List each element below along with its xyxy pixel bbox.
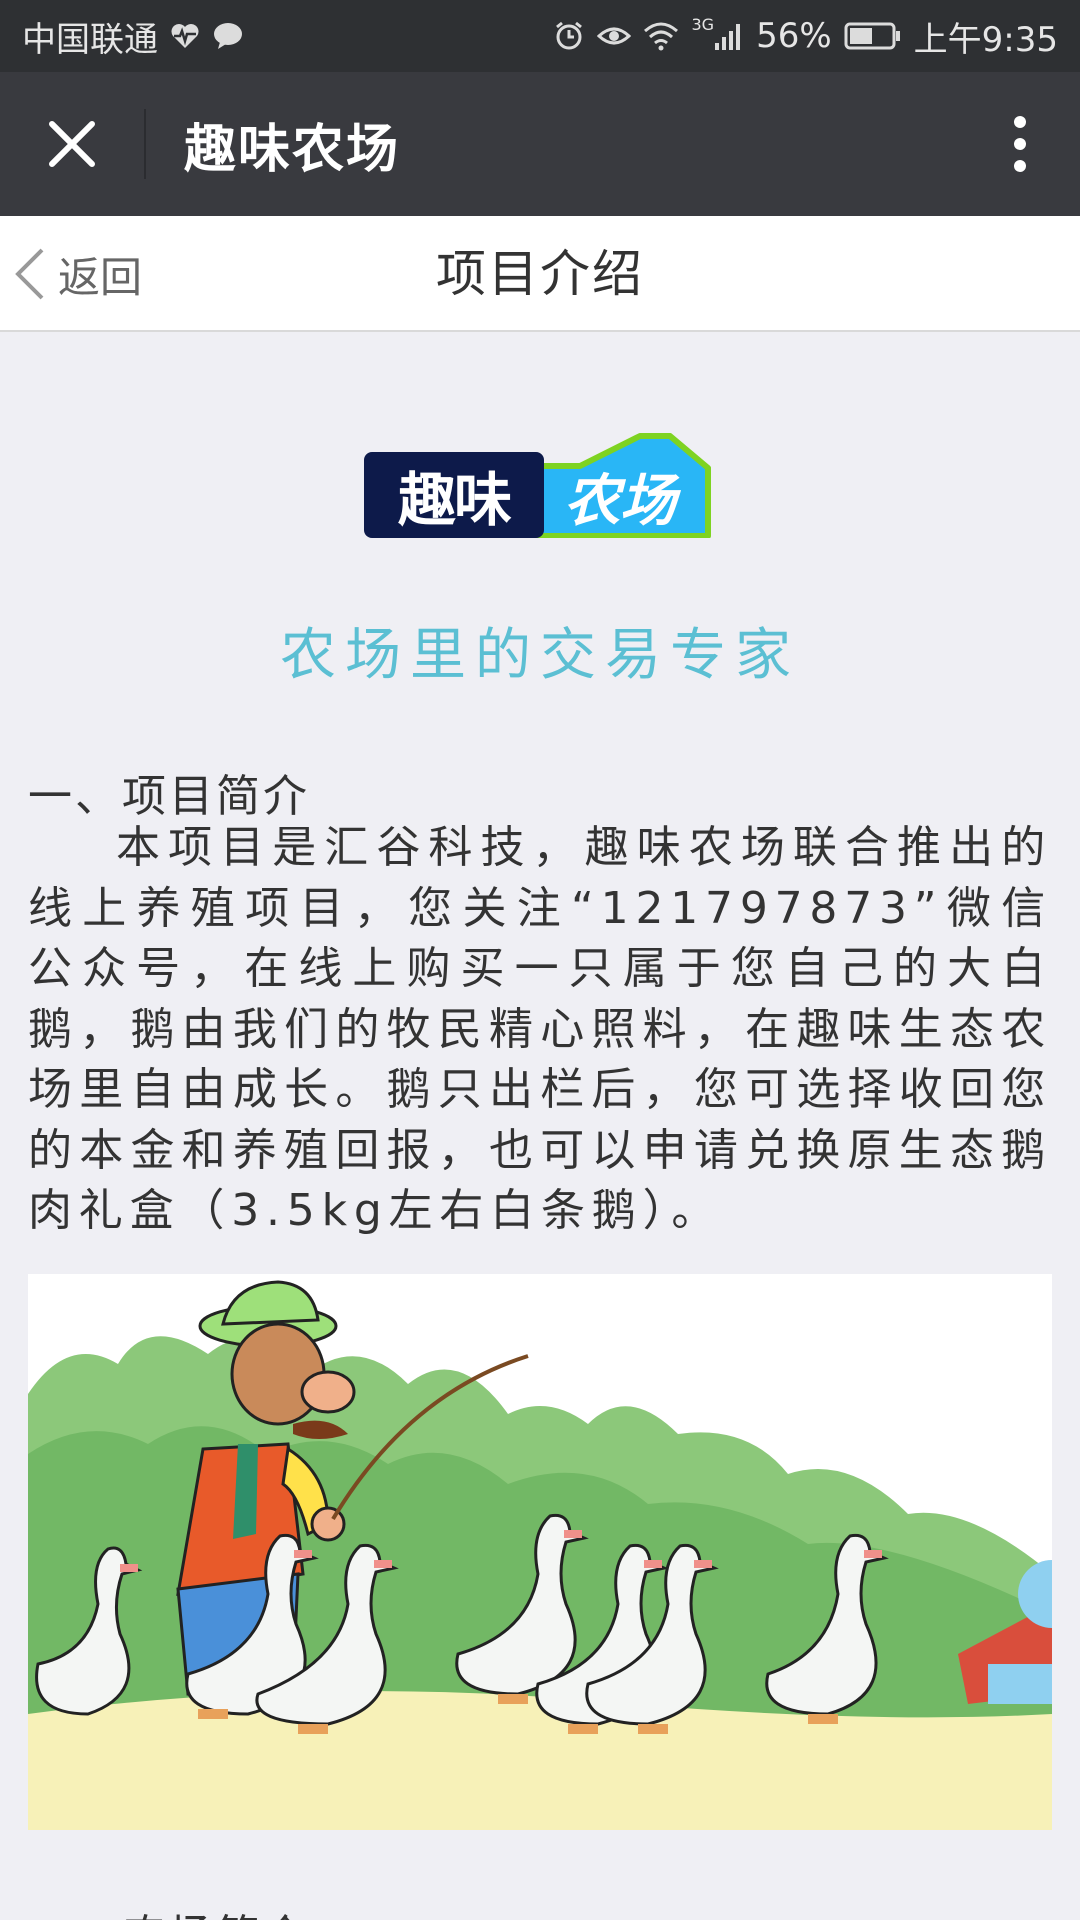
project-intro-paragraph: 本项目是汇谷科技，趣味农场联合推出的线上养殖项目，您关注“121797873”微… — [28, 822, 1052, 1236]
app-title: 趣味农场 — [184, 119, 401, 180]
logo-left-text: 趣味 — [364, 452, 544, 538]
battery-icon — [844, 22, 902, 50]
article-content: 趣味 农场 农场里的交易专家 一、项目简介 本项目是汇谷科技，趣味农场联合推出的… — [0, 332, 1080, 1920]
logo-right-text: 农场 — [564, 468, 676, 534]
close-button[interactable] — [0, 72, 144, 216]
more-vertical-icon — [1014, 116, 1026, 172]
farm-logo: 趣味 农场 — [360, 432, 716, 542]
page-title: 项目介绍 — [436, 245, 644, 303]
close-icon — [49, 121, 95, 167]
alarm-icon — [553, 20, 585, 52]
carrier-label: 中国联通 — [22, 19, 158, 60]
farmer-geese-illustration — [28, 1274, 1052, 1830]
eye-icon — [597, 22, 632, 50]
signal-icon: 3G — [691, 15, 744, 51]
nav-bar: 返回 项目介绍 — [0, 216, 1080, 332]
status-bar: 中国联通 3G 56% 上午9:35 — [0, 0, 1080, 72]
title-bar: 趣味农场 — [0, 72, 1080, 216]
section-heading-farm: 二、农场简介 — [28, 1900, 310, 1920]
title-divider — [144, 109, 146, 179]
clock: 上午9:35 — [913, 19, 1058, 60]
wifi-icon — [643, 21, 679, 51]
battery-percent: 56% — [756, 16, 832, 56]
heartbeat-icon — [170, 22, 200, 50]
chat-bubble-icon — [212, 22, 244, 50]
slogan: 农场里的交易专家 — [280, 623, 800, 688]
more-options-button[interactable] — [960, 72, 1080, 216]
section-heading-intro: 一、项目简介 — [28, 771, 310, 822]
network-type-label: 3G — [691, 14, 715, 34]
